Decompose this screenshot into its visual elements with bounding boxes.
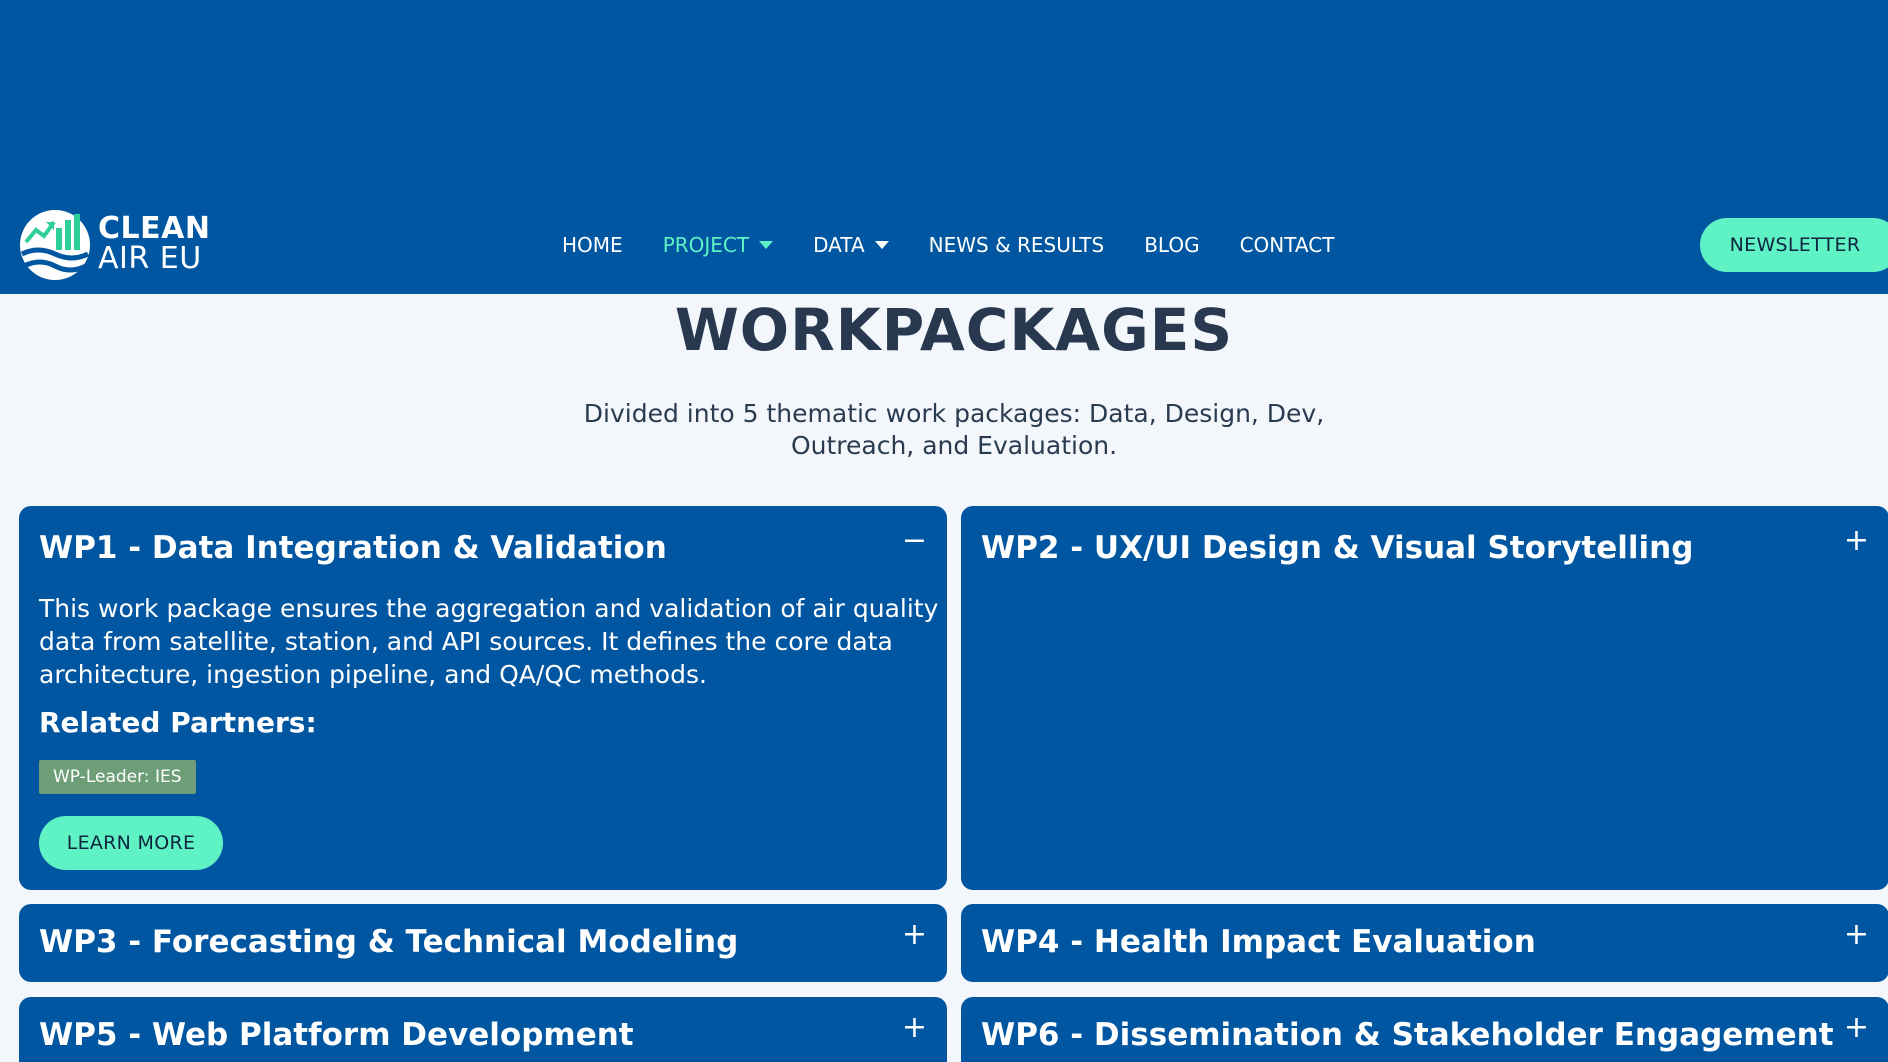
logo-icon [20,210,90,280]
nav-data-label: DATA [813,233,865,257]
nav-news-results[interactable]: NEWS & RESULTS [929,233,1105,257]
logo-line-1: CLEAN [98,211,211,246]
expand-icon[interactable]: + [902,920,927,950]
workpackage-card-wp2[interactable]: WP2 - UX/UI Design & Visual Storytelling… [961,506,1888,890]
nav-data[interactable]: DATA [813,233,889,257]
logo-line-2: AIR EU [98,241,202,276]
main-nav: HOME PROJECT DATA NEWS & RESULTS BLOG CO… [562,228,1374,262]
expand-icon[interactable]: + [1844,1013,1869,1043]
logo-wordmark: CLEAN AIR EU [98,214,210,274]
workpackage-title[interactable]: WP1 - Data Integration & Validation [39,530,667,566]
chevron-down-icon [759,241,774,249]
nav-home-label: HOME [562,233,623,257]
workpackage-card-wp4[interactable]: WP4 - Health Impact Evaluation + [961,904,1888,982]
page-intro: Divided into 5 thematic work packages: D… [583,399,1325,460]
workpackage-description: This work package ensures the aggregatio… [39,594,939,689]
nav-home[interactable]: HOME [562,233,623,257]
related-partners-heading: Related Partners: [39,706,317,739]
learn-more-button[interactable]: LEARN MORE [39,816,223,870]
nav-project-label: PROJECT [662,233,750,257]
expand-icon[interactable]: + [1844,526,1869,556]
site-logo[interactable]: CLEAN AIR EU [18,206,218,282]
nav-blog[interactable]: BLOG [1144,233,1199,257]
collapse-icon[interactable]: − [902,526,927,556]
workpackage-title[interactable]: WP5 - Web Platform Development [39,1017,634,1053]
workpackage-title[interactable]: WP6 - Dissemination & Stakeholder Engage… [981,1017,1834,1053]
wp-leader-badge: WP-Leader: IES [39,760,196,794]
nav-blog-label: BLOG [1144,233,1200,257]
site-header: CLEAN AIR EU HOME PROJECT DATA NEWS & RE… [0,0,1888,294]
workpackage-title[interactable]: WP2 - UX/UI Design & Visual Storytelling [981,530,1693,566]
workpackage-card-wp6[interactable]: WP6 - Dissemination & Stakeholder Engage… [961,997,1888,1062]
workpackage-card-wp3[interactable]: WP3 - Forecasting & Technical Modeling + [19,904,947,982]
nav-contact[interactable]: CONTACT [1240,233,1335,257]
nav-project[interactable]: PROJECT [662,233,774,257]
page-title: WORKPACKAGES [674,296,1234,364]
workpackage-title[interactable]: WP3 - Forecasting & Technical Modeling [39,924,738,960]
workpackage-card-wp5[interactable]: WP5 - Web Platform Development + [19,997,947,1062]
workpackage-title[interactable]: WP4 - Health Impact Evaluation [981,924,1536,960]
newsletter-button[interactable]: NEWSLETTER [1700,218,1888,272]
expand-icon[interactable]: + [1844,920,1869,950]
expand-icon[interactable]: + [902,1013,927,1043]
nav-contact-label: CONTACT [1239,233,1335,257]
nav-news-label: NEWS & RESULTS [928,233,1105,257]
workpackage-card-wp1: WP1 - Data Integration & Validation − Th… [19,506,947,890]
chevron-down-icon [874,241,889,249]
